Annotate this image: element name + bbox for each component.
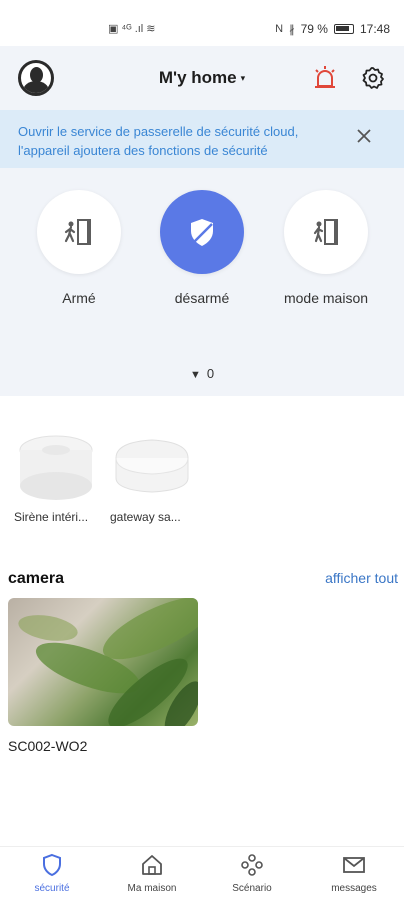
alarm-siren-icon[interactable] xyxy=(311,64,339,92)
gateway-device-image xyxy=(110,428,194,504)
device-siren[interactable]: Sirène intéri... xyxy=(14,428,106,524)
status-left-icons: ▣ ⁴ᴳ .ıl ≋ xyxy=(108,22,156,35)
door-exit-icon xyxy=(64,219,91,245)
clock: 17:48 xyxy=(359,22,390,36)
alert-counter[interactable]: ▼ 0 xyxy=(0,366,404,381)
status-right: N ∦ 79 % 17:48 xyxy=(275,22,390,36)
bottom-tab-bar: sécurité Ma maison Scénario messages xyxy=(0,846,404,900)
status-bar: ▣ ⁴ᴳ .ıl ≋ N ∦ 79 % 17:48 xyxy=(0,0,404,46)
banner-text: Ouvrir le service de passerelle de sécur… xyxy=(18,124,299,158)
mode-disarmed-label: désarmé xyxy=(174,290,230,306)
camera-name: SC002-WO2 xyxy=(8,738,88,754)
home-selector[interactable]: M'y home ▾ xyxy=(0,68,404,88)
tab-scenario[interactable]: Scénario xyxy=(212,853,292,894)
mode-disarmed[interactable]: désarmé xyxy=(147,190,257,306)
header: M'y home ▾ xyxy=(0,46,404,110)
mode-home-circle[interactable] xyxy=(284,190,368,274)
battery-icon xyxy=(333,24,354,34)
device-name: gateway sa... xyxy=(110,510,181,524)
shield-icon xyxy=(43,853,61,877)
siren-device-image xyxy=(14,428,98,504)
caret-down-icon: ▾ xyxy=(240,73,246,84)
envelope-icon xyxy=(343,857,365,873)
mode-home[interactable]: mode maison xyxy=(271,190,381,306)
battery-percent: 79 % xyxy=(300,22,328,36)
home-title: M'y home xyxy=(158,68,237,87)
see-all-link[interactable]: afficher tout xyxy=(325,570,398,586)
nfc-icon: N xyxy=(275,23,284,35)
tab-label: messages xyxy=(331,883,377,894)
mode-home-label: mode maison xyxy=(283,290,369,306)
devices-card: Sirène intéri... gateway sa... camera af… xyxy=(0,398,404,846)
tab-label: Scénario xyxy=(232,883,272,894)
scenario-icon xyxy=(241,854,263,876)
triangle-down-icon: ▼ xyxy=(189,369,201,381)
bluetooth-icon: ∦ xyxy=(289,23,295,36)
tab-my-home[interactable]: Ma maison xyxy=(112,853,192,894)
tab-security[interactable]: sécurité xyxy=(12,853,92,894)
mode-armed-circle[interactable] xyxy=(37,190,121,274)
security-top-panel: M'y home ▾ Ouvrir le service de passerell… xyxy=(0,46,404,396)
mode-disarmed-circle[interactable] xyxy=(160,190,244,274)
gear-icon[interactable] xyxy=(361,66,385,90)
shield-off-icon xyxy=(191,219,213,246)
close-icon[interactable] xyxy=(354,126,374,146)
alert-count-value: 0 xyxy=(206,366,215,381)
door-enter-icon xyxy=(313,219,338,245)
cloud-gateway-banner[interactable]: Ouvrir le service de passerelle de sécur… xyxy=(0,110,404,168)
device-name: Sirène intéri... xyxy=(14,510,89,524)
camera-thumbnail[interactable] xyxy=(8,598,198,726)
mode-armed-label: Armé xyxy=(62,290,96,306)
tab-label: Ma maison xyxy=(127,883,177,894)
network-icons: ▣ ⁴ᴳ .ıl ≋ xyxy=(108,23,156,35)
security-modes: Armé désarmé mode maison xyxy=(0,190,404,310)
home-icon xyxy=(142,855,162,875)
device-gateway[interactable]: gateway sa... xyxy=(110,428,202,524)
mode-armed[interactable]: Armé xyxy=(24,190,134,306)
camera-section-title: camera xyxy=(8,570,65,587)
tab-label: sécurité xyxy=(34,883,70,894)
tab-messages[interactable]: messages xyxy=(314,853,394,894)
